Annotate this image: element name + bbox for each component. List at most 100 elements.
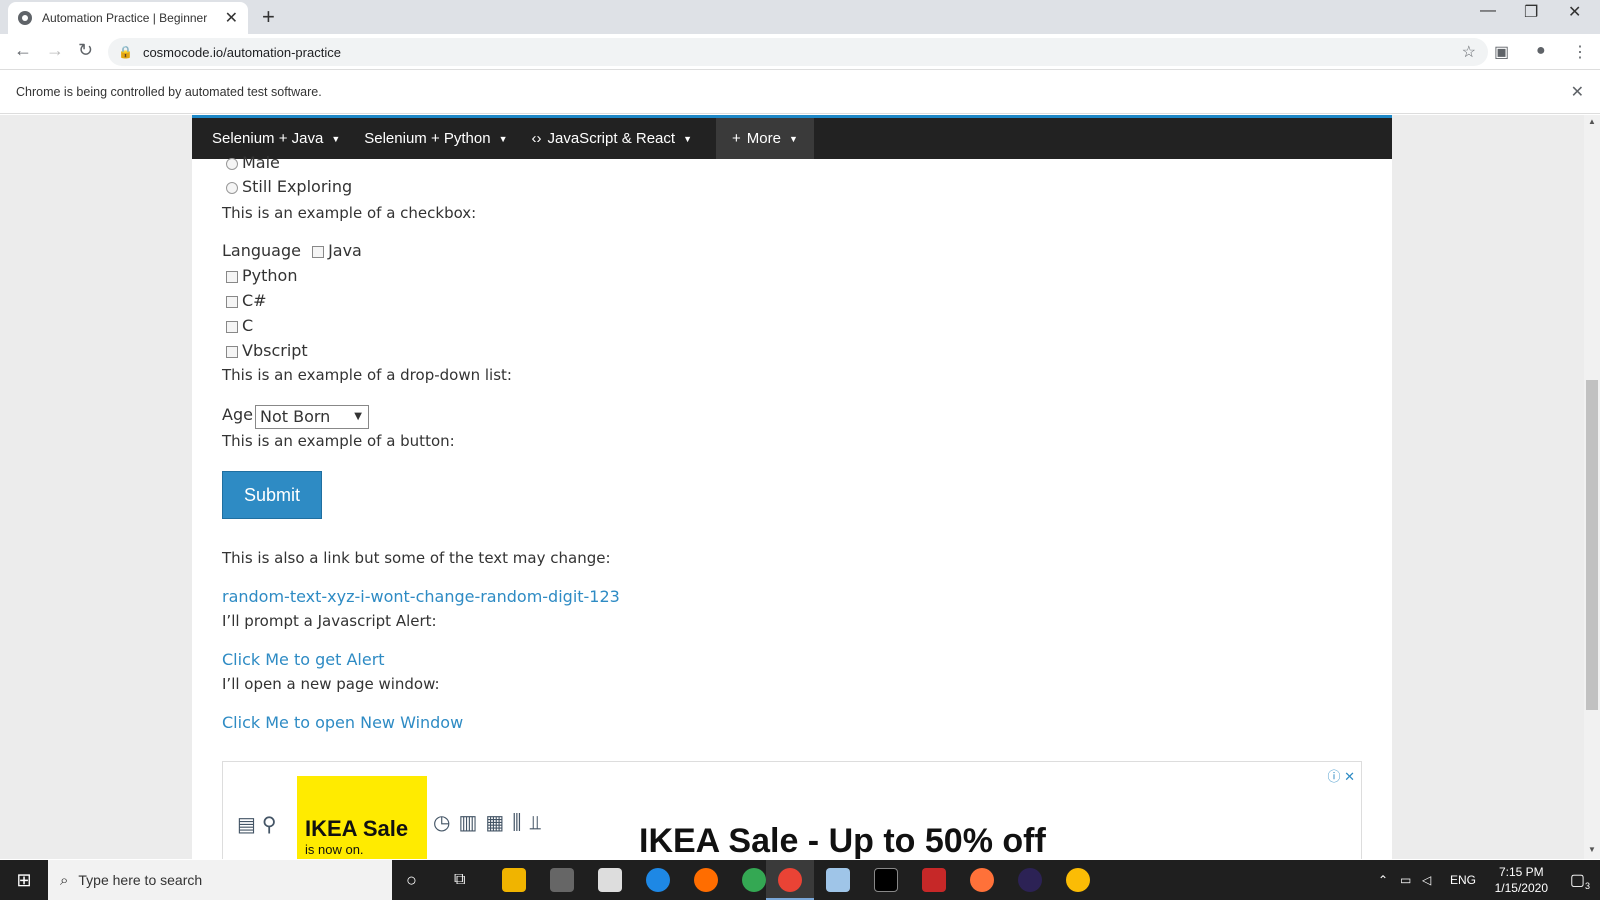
edge-icon[interactable] [646,868,670,892]
minimize-icon[interactable]: — [1480,2,1496,20]
age-selected-value: Not Born [260,407,331,426]
alert-intro: I’ll prompt a Javascript Alert: [222,612,437,630]
caret-down-icon: ▼ [498,133,508,144]
code-icon: ‹› [531,130,542,147]
notification-icon[interactable]: ▢3 [1570,870,1590,891]
checkbox-label: C [242,316,254,335]
notepad-icon[interactable] [826,868,850,892]
ad-close-icon[interactable]: ✕ [1344,769,1355,784]
restore-icon[interactable]: ❐ [1524,2,1538,22]
file-explorer-icon[interactable] [502,868,526,892]
pen-icon[interactable] [922,868,946,892]
radio-male[interactable]: Male [226,153,280,172]
language-indicator[interactable]: ENG [1450,860,1476,900]
submit-button[interactable]: Submit [222,471,322,519]
caret-down-icon: ▼ [788,133,798,144]
extension-icon[interactable]: ▣ [1494,42,1509,62]
eclipse-icon[interactable] [1018,868,1042,892]
nav-label: Selenium + Java [212,130,324,147]
terminal-icon[interactable] [874,868,898,892]
checkbox-vbscript[interactable] [226,345,238,358]
ad-headline: IKEA Sale - Up to 50% off [639,822,1046,859]
ad-brand-small: is now on. [305,842,364,857]
radio-button[interactable] [226,157,238,170]
show-hidden-icons-icon[interactable]: ⌃ [1378,860,1388,900]
tab-title: Automation Practice | Beginner [42,11,208,25]
nav-selenium-python[interactable]: Selenium + Python ▼ [364,130,507,147]
scroll-up-icon[interactable]: ▲ [1588,117,1596,126]
menu-icon[interactable]: ⋮ [1572,42,1588,62]
mail-icon[interactable] [598,868,622,892]
address-bar[interactable]: 🔒 cosmocode.io/automation-practice ☆ [108,38,1488,66]
checkbox-row-python: Python [226,266,297,285]
profile-icon[interactable]: ● [1536,42,1546,60]
scroll-thumb[interactable] [1586,380,1598,710]
firefox-icon[interactable] [970,868,994,892]
ad-brand-box: IKEA Sale is now on. [297,776,427,859]
age-select[interactable]: Not Born ▼ [255,405,369,429]
page-viewport: Selenium + Java ▼ Selenium + Python ▼ ‹› Ja… [0,115,1600,859]
radio-label: Male [242,153,280,172]
checkbox-csharp[interactable] [226,295,238,308]
scrollbar[interactable]: ▲ ▼ [1584,115,1600,859]
changing-link-intro: This is also a link but some of the text… [222,549,611,567]
changing-link[interactable]: random-text-xyz-i-wont-change-random-dig… [222,587,620,606]
scroll-down-icon[interactable]: ▼ [1588,845,1596,854]
globe-icon [18,11,32,25]
checkbox-intro: This is an example of a checkbox: [222,204,477,222]
volume-icon[interactable]: ◁ [1422,860,1431,900]
checkbox-label: Java [328,241,362,260]
button-intro: This is an example of a button: [222,432,455,450]
checkbox-java[interactable] [312,245,325,258]
browser-tab[interactable]: Automation Practice | Beginner ✕ [8,2,248,34]
furniture-icons: ▤⚲ [237,814,283,836]
app-orange-icon[interactable] [694,868,718,892]
notification-count: 3 [1584,881,1590,892]
language-label: Language [222,241,301,260]
page-container: Selenium + Java ▼ Selenium + Python ▼ ‹› Ja… [192,115,1392,859]
radio-button[interactable] [226,181,238,194]
chrome-active-icon[interactable] [778,868,802,892]
nav-selenium-java[interactable]: Selenium + Java ▼ [212,130,340,147]
close-window-icon[interactable]: ✕ [1568,2,1581,22]
window-intro: I’ll open a new page window: [222,675,440,693]
new-tab-icon[interactable]: + [262,4,275,30]
checkbox-row-csharp: C# [226,291,267,310]
url-text: cosmocode.io/automation-practice [142,44,341,60]
new-window-link[interactable]: Click Me to open New Window [222,713,463,732]
alert-link[interactable]: Click Me to get Alert [222,650,385,669]
checkbox-row-vbscript: Vbscript [226,341,308,360]
site-nav: Selenium + Java ▼ Selenium + Python ▼ ‹› Ja… [192,115,1392,159]
ad-banner[interactable]: ▤⚲ IKEA Sale is now on. ◷▥▦⫼⫫ IKEA Sale … [222,761,1362,859]
checkbox-row-c: C [226,316,253,335]
forward-icon[interactable]: → [46,40,64,61]
chrome-icon[interactable] [742,868,766,892]
caret-down-icon: ▼ [331,133,341,144]
windows-start-icon[interactable]: ⊞ [0,860,48,900]
dropdown-intro: This is an example of a drop-down list: [222,366,512,384]
taskbar-search[interactable]: ⌕ Type here to search [48,860,392,900]
network-icon[interactable]: ▭ [1400,860,1411,900]
cortana-icon[interactable]: ○ [406,860,417,900]
reload-icon[interactable]: ↻ [78,40,93,61]
task-view-icon[interactable]: ⧉ [454,860,465,900]
infobar-close-icon[interactable]: ✕ [1571,82,1584,102]
chrome-alt-icon[interactable] [1066,868,1090,892]
browser-tab-strip: Automation Practice | Beginner ✕ + — ❐ ✕ [0,0,1600,34]
plus-icon: + [731,130,741,147]
checkbox-python[interactable] [226,270,238,283]
back-icon[interactable]: ← [14,40,32,61]
nav-more[interactable]: + More ▼ [715,118,814,159]
checkbox-c[interactable] [226,320,238,333]
search-icon: ⌕ [60,871,69,889]
taskbar-clock[interactable]: 7:15 PM 1/15/2020 [1495,864,1548,896]
nav-label: JavaScript & React [547,130,676,147]
ad-brand-big: IKEA Sale [305,816,409,841]
bookmark-star-icon[interactable]: ☆ [1462,42,1476,62]
close-tab-icon[interactable]: ✕ [225,8,238,28]
nav-javascript-react[interactable]: ‹› JavaScript & React ▼ [532,130,692,147]
radio-still-exploring[interactable]: Still Exploring [226,177,352,196]
info-icon[interactable]: ⓘ [1327,769,1340,784]
store-icon[interactable] [550,868,574,892]
automation-infobar: Chrome is being controlled by automated … [0,70,1600,114]
